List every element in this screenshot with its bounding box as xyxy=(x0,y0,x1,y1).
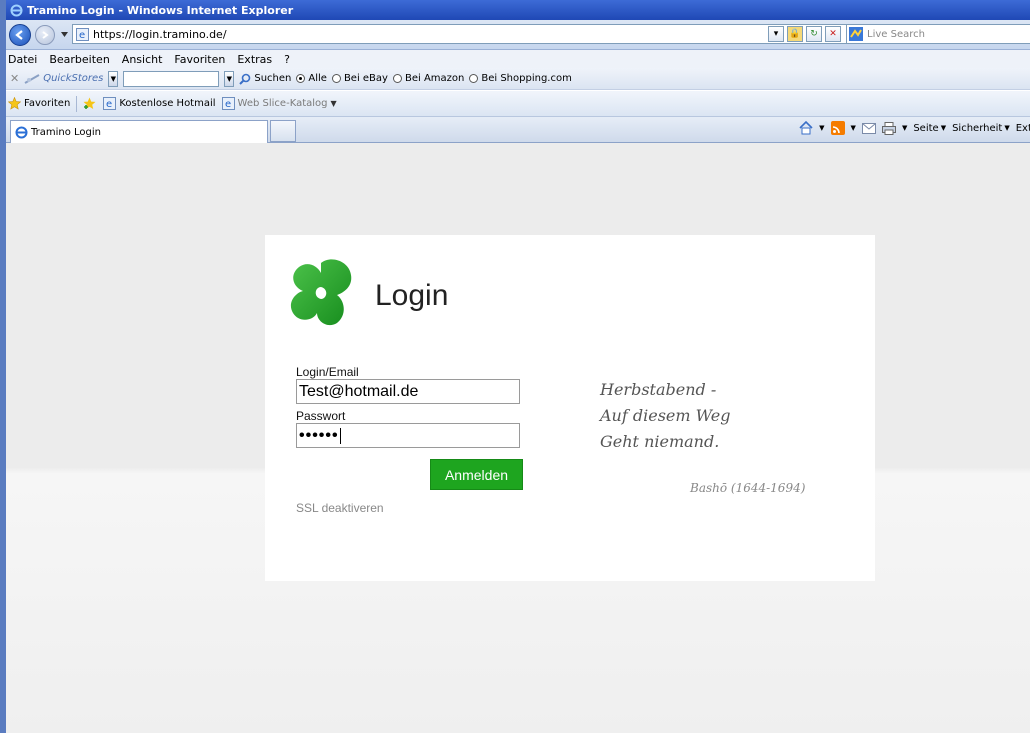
chevron-down-icon[interactable]: ▼ xyxy=(941,124,946,132)
email-field[interactable]: Test@hotmail.de xyxy=(296,379,520,404)
quickstores-toolbar: ✕ QuickStores ▼ ▼ Suchen Alle Bei eBay B… xyxy=(6,68,1030,90)
email-value: Test@hotmail.de xyxy=(299,383,419,400)
menu-ansicht[interactable]: Ansicht xyxy=(122,53,163,66)
chevron-down-icon[interactable]: ▼ xyxy=(902,124,907,132)
quickstores-search-button[interactable]: Suchen xyxy=(239,73,291,85)
favbar-divider xyxy=(76,95,78,112)
cmd-page[interactable]: Seite xyxy=(913,123,938,134)
tab-tramino-login[interactable]: Tramino Login xyxy=(10,120,268,143)
email-label: Login/Email xyxy=(296,365,359,379)
chevron-down-icon: ▼ xyxy=(330,99,337,108)
radio-amazon-label: Bei Amazon xyxy=(404,73,465,84)
menu-extras[interactable]: Extras xyxy=(237,53,272,66)
svg-text:e: e xyxy=(225,99,231,110)
history-dropdown-icon[interactable] xyxy=(59,32,69,37)
poem: Herbstabend - Auf diesem Weg Geht nieman… xyxy=(600,377,730,455)
home-icon[interactable] xyxy=(799,121,813,135)
window-title: Tramino Login - Windows Internet Explore… xyxy=(27,3,294,17)
command-bar: ▼ ▼ ▼ Seite ▼ Sicherheit ▼ Extr xyxy=(799,121,1030,135)
back-button[interactable] xyxy=(9,23,31,46)
chevron-down-icon[interactable]: ▼ xyxy=(819,124,824,132)
add-favorite-icon[interactable] xyxy=(83,97,97,111)
chevron-down-icon[interactable]: ▼ xyxy=(851,124,856,132)
password-value: •••••• xyxy=(299,427,339,444)
page-viewport: Login Login/Email Test@hotmail.de Passwo… xyxy=(6,143,1030,733)
text-caret xyxy=(339,427,341,444)
poem-line-2: Auf diesem Weg xyxy=(600,406,731,425)
new-tab-button[interactable] xyxy=(270,120,296,142)
fav-link-hotmail[interactable]: e Kostenlose Hotmail xyxy=(103,97,216,110)
password-field[interactable]: •••••• xyxy=(296,423,520,448)
quickstores-label: QuickStores xyxy=(43,73,104,84)
address-dropdown-icon[interactable]: ▾ xyxy=(768,26,784,42)
close-toolbar-icon[interactable]: ✕ xyxy=(10,72,19,85)
search-label: Suchen xyxy=(254,73,292,84)
poem-line-1: Herbstabend - xyxy=(600,380,717,399)
password-label: Passwort xyxy=(296,409,346,423)
svg-text:e: e xyxy=(79,30,85,41)
radio-alle-label: Alle xyxy=(308,73,327,84)
quickstores-search-input[interactable] xyxy=(123,70,220,87)
radio-ebay-label: Bei eBay xyxy=(343,73,388,84)
fav-link-hotmail-label: Kostenlose Hotmail xyxy=(119,98,216,109)
search-icon xyxy=(239,73,251,85)
window-titlebar[interactable]: Tramino Login - Windows Internet Explore… xyxy=(6,0,1030,20)
live-search-placeholder: Live Search xyxy=(867,28,925,40)
login-card: Login Login/Email Test@hotmail.de Passwo… xyxy=(265,235,875,581)
address-actions: ▾ 🔒 ↻ ✕ xyxy=(768,26,841,42)
poem-author: Bashō (1644-1694) xyxy=(690,481,806,495)
cmd-security[interactable]: Sicherheit xyxy=(952,123,1002,134)
live-search-icon xyxy=(849,27,863,41)
login-button[interactable]: Anmelden xyxy=(430,459,523,490)
menu-bar: Datei Bearbeiten Ansicht Favoriten Extra… xyxy=(6,50,1030,68)
favorites-bar: Favoriten e Kostenlose Hotmail e Web Sli… xyxy=(6,91,1030,117)
address-toolbar: e https://login.tramino.de/ ▾ 🔒 ↻ ✕ Live… xyxy=(6,20,1030,50)
live-search-input[interactable]: Live Search xyxy=(846,24,1030,44)
stop-icon[interactable]: ✕ xyxy=(825,26,841,42)
cmd-extras[interactable]: Extr xyxy=(1016,123,1030,134)
poem-line-3: Geht niemand. xyxy=(600,432,720,451)
tramino-logo xyxy=(290,259,352,326)
fav-link-webslice[interactable]: e Web Slice-Katalog ▼ xyxy=(221,97,337,110)
ie-page-icon: e xyxy=(103,97,117,110)
star-icon xyxy=(8,97,21,110)
page-title: Login xyxy=(375,279,449,312)
tab-ie-icon xyxy=(15,126,28,139)
browser-window: Tramino Login - Windows Internet Explore… xyxy=(0,0,1030,733)
radio-ebay[interactable]: Bei eBay xyxy=(331,73,388,84)
tab-row: Tramino Login ▼ ▼ ▼ Seite ▼ Sicherheit ▼… xyxy=(6,117,1030,143)
chevron-down-icon[interactable]: ▼ xyxy=(1004,124,1009,132)
menu-datei[interactable]: Datei xyxy=(8,53,37,66)
quickstores-icon xyxy=(24,73,40,84)
favorites-label: Favoriten xyxy=(24,98,71,109)
address-url[interactable]: https://login.tramino.de/ xyxy=(93,28,227,41)
radio-shopping-label: Bei Shopping.com xyxy=(481,73,572,84)
quickstores-input-dropdown-icon[interactable]: ▼ xyxy=(224,70,235,87)
lock-icon[interactable]: 🔒 xyxy=(787,26,803,42)
quickstores-brand[interactable]: QuickStores xyxy=(24,73,103,84)
ie-logo-icon xyxy=(10,4,23,17)
tab-label: Tramino Login xyxy=(31,126,102,138)
ie-page-icon: e xyxy=(221,97,235,110)
quickstores-dropdown-icon[interactable]: ▼ xyxy=(108,70,119,87)
radio-alle[interactable]: Alle xyxy=(296,73,327,84)
fav-link-webslice-label: Web Slice-Katalog xyxy=(237,98,328,109)
refresh-icon[interactable]: ↻ xyxy=(806,26,822,42)
ssl-disable-link[interactable]: SSL deaktiveren xyxy=(296,501,384,515)
rss-feed-icon[interactable] xyxy=(830,121,845,135)
favorites-button[interactable]: Favoriten xyxy=(8,97,70,110)
menu-help[interactable]: ? xyxy=(284,53,290,66)
menu-favoriten[interactable]: Favoriten xyxy=(174,53,225,66)
forward-button[interactable] xyxy=(35,24,55,45)
mail-icon[interactable] xyxy=(861,121,876,135)
radio-amazon[interactable]: Bei Amazon xyxy=(392,73,465,84)
menu-bearbeiten[interactable]: Bearbeiten xyxy=(49,53,109,66)
svg-text:e: e xyxy=(106,99,112,110)
page-icon: e xyxy=(76,27,89,41)
radio-shopping[interactable]: Bei Shopping.com xyxy=(469,73,572,84)
print-icon[interactable] xyxy=(881,121,896,135)
